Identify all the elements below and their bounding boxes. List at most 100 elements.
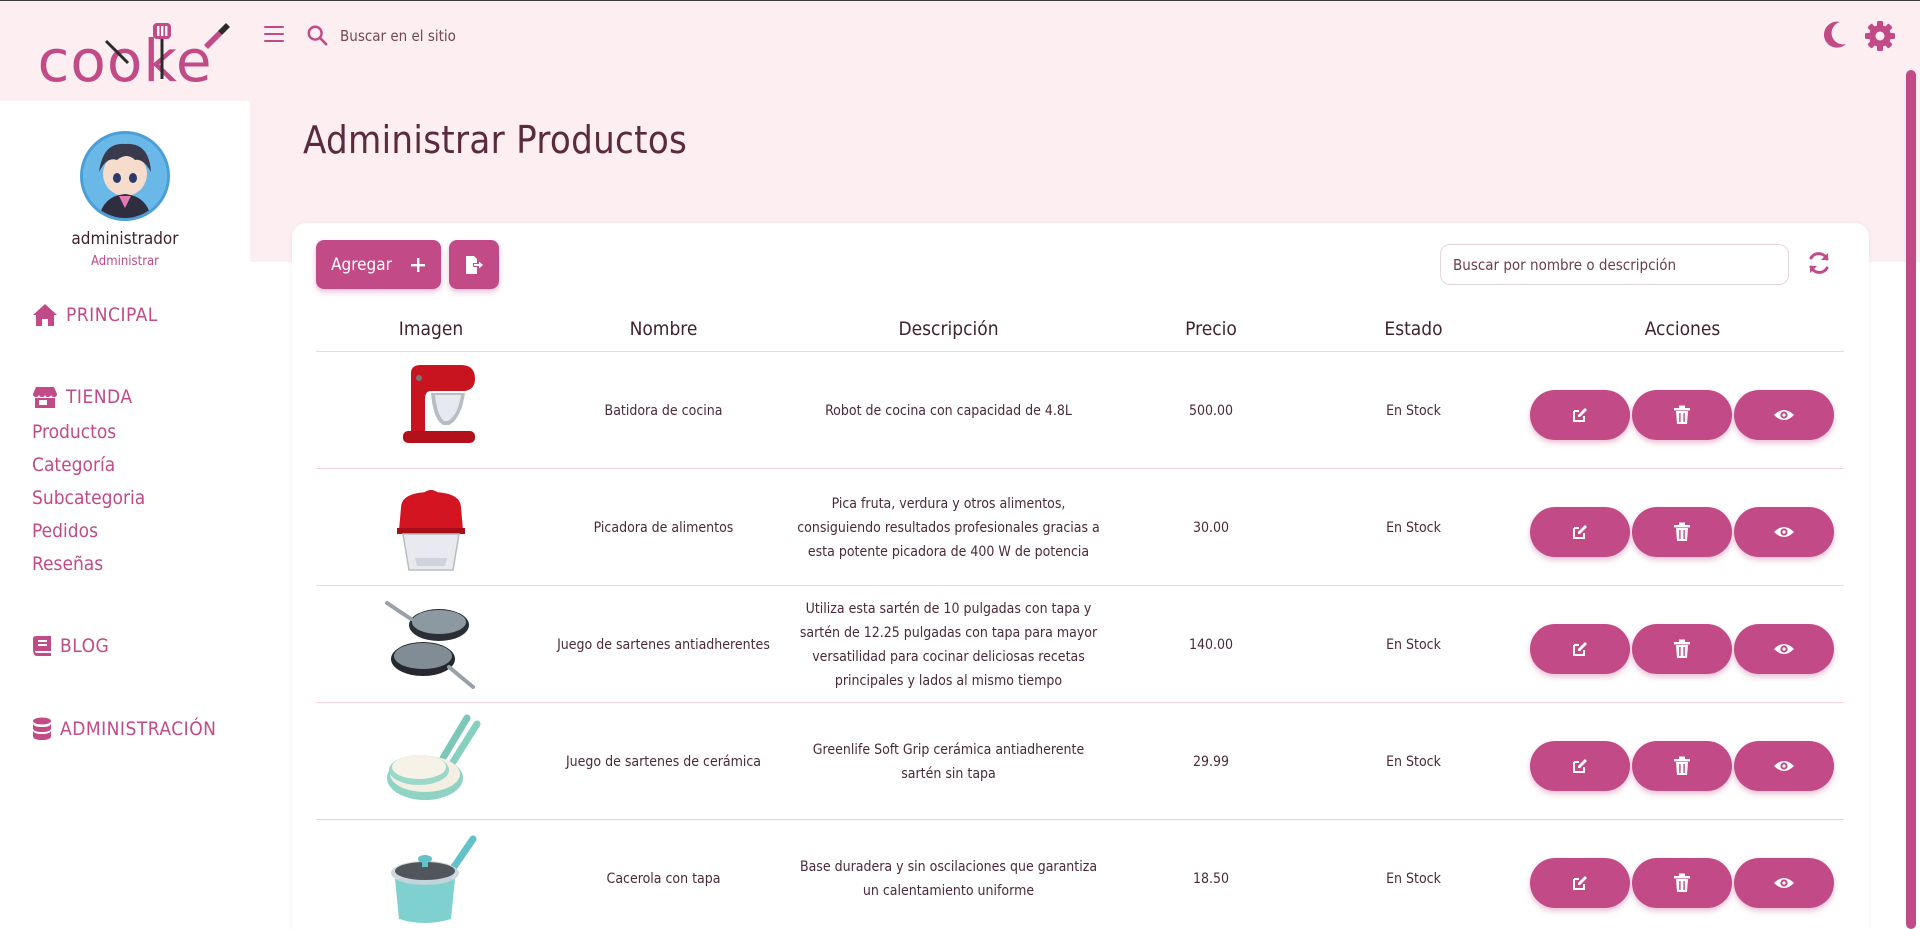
product-status: En Stock bbox=[1386, 519, 1441, 536]
settings-gear-icon[interactable] bbox=[1864, 20, 1896, 52]
edit-icon bbox=[1573, 408, 1587, 422]
edit-icon bbox=[1573, 876, 1587, 890]
eye-icon bbox=[1774, 527, 1794, 537]
delete-button[interactable] bbox=[1632, 624, 1732, 674]
product-description: Robot de cocina con capacidad de 4.8L bbox=[825, 402, 1072, 419]
product-price: 29.99 bbox=[1192, 753, 1230, 770]
view-button[interactable] bbox=[1734, 624, 1834, 674]
eye-icon bbox=[1774, 410, 1794, 420]
knife-icon bbox=[204, 23, 230, 49]
edit-icon bbox=[1573, 642, 1587, 656]
edit-button[interactable] bbox=[1530, 624, 1630, 674]
header-nombre: Nombre bbox=[629, 318, 698, 340]
product-status: En Stock bbox=[1386, 753, 1441, 770]
export-button[interactable] bbox=[449, 240, 499, 289]
user-avatar[interactable] bbox=[80, 131, 170, 221]
table-row: Batidora de cocina Robot de cocina con c… bbox=[316, 352, 1844, 469]
edit-icon bbox=[1573, 759, 1587, 773]
database-icon bbox=[33, 717, 51, 740]
table-row: Juego de sartenes antiadherentes Utiliza… bbox=[316, 586, 1844, 703]
trash-icon bbox=[1674, 639, 1690, 658]
nav-blog-label: BLOG bbox=[60, 635, 110, 657]
search-icon[interactable] bbox=[306, 24, 328, 46]
nav-principal[interactable]: PRINCIPAL bbox=[32, 303, 158, 327]
view-button[interactable] bbox=[1734, 390, 1834, 440]
trash-icon bbox=[1674, 522, 1690, 541]
product-image-cell bbox=[316, 703, 546, 820]
cooke-logo[interactable]: cooke bbox=[0, 1, 250, 101]
view-button[interactable] bbox=[1734, 858, 1834, 908]
page-scrollbar[interactable] bbox=[1906, 70, 1916, 929]
delete-button[interactable] bbox=[1632, 390, 1732, 440]
trash-icon bbox=[1674, 756, 1690, 775]
table-row: Picadora de alimentos Pica fruta, verdur… bbox=[316, 469, 1844, 586]
product-status: En Stock bbox=[1386, 636, 1441, 653]
sidebar-item-categoria[interactable]: Categoría bbox=[32, 454, 115, 476]
food-chopper-image bbox=[397, 489, 465, 571]
product-description: Greenlife Soft Grip cerámica antiadheren… bbox=[812, 741, 1085, 782]
product-price: 18.50 bbox=[1192, 870, 1230, 887]
home-icon bbox=[33, 304, 57, 326]
table-row: Juego de sartenes de cerámica Greenlife … bbox=[316, 703, 1844, 820]
product-price: 140.00 bbox=[1188, 636, 1234, 653]
product-image-cell bbox=[316, 469, 546, 586]
add-product-button[interactable]: Agregar bbox=[316, 240, 441, 289]
product-name: Picadora de alimentos bbox=[593, 519, 734, 536]
sidebar-item-resenas[interactable]: Reseñas bbox=[32, 553, 103, 575]
product-name: Batidora de cocina bbox=[604, 402, 723, 419]
header-estado: Estado bbox=[1384, 318, 1443, 340]
dark-mode-moon-icon[interactable] bbox=[1820, 20, 1848, 50]
header-descripcion: Descripción bbox=[898, 318, 999, 340]
refresh-icon[interactable] bbox=[1806, 250, 1832, 276]
plus-icon bbox=[410, 257, 425, 272]
delete-button[interactable] bbox=[1632, 858, 1732, 908]
product-image-cell bbox=[316, 586, 546, 703]
delete-button[interactable] bbox=[1632, 741, 1732, 791]
nav-administracion-label: ADMINISTRACIÓN bbox=[60, 718, 217, 740]
edit-button[interactable] bbox=[1530, 390, 1630, 440]
trash-icon bbox=[1674, 405, 1690, 424]
page-title: Administrar Productos bbox=[303, 118, 688, 162]
product-name: Cacerola con tapa bbox=[606, 870, 721, 887]
header-imagen: Imagen bbox=[398, 318, 464, 340]
sidebar-item-subcategoria[interactable]: Subcategoria bbox=[32, 487, 145, 509]
user-role: Administrar bbox=[91, 254, 159, 269]
menu-toggle-icon[interactable] bbox=[264, 24, 284, 44]
edit-icon bbox=[1573, 525, 1587, 539]
product-price: 30.00 bbox=[1192, 519, 1230, 536]
view-button[interactable] bbox=[1734, 507, 1834, 557]
product-image-cell bbox=[316, 352, 546, 469]
product-description: Base duradera y sin oscilaciones que gar… bbox=[799, 858, 1098, 899]
header-acciones: Acciones bbox=[1644, 318, 1721, 340]
stand-mixer-image bbox=[403, 364, 475, 443]
nav-administracion[interactable]: ADMINISTRACIÓN bbox=[32, 717, 216, 741]
user-name: administrador bbox=[71, 229, 179, 249]
window-top-border bbox=[0, 0, 1920, 1]
product-name: Juego de sartenes antiadherentes bbox=[557, 636, 770, 653]
add-product-label: Agregar bbox=[331, 254, 392, 275]
sidebar-item-productos[interactable]: Productos bbox=[32, 421, 116, 443]
edit-button[interactable] bbox=[1530, 507, 1630, 557]
store-icon bbox=[33, 387, 57, 408]
sidebar: administrador Administrar PRINCIPAL TIEN… bbox=[0, 101, 250, 929]
nonstick-pans-image bbox=[385, 600, 475, 689]
product-description: Utiliza esta sartén de 10 pulgadas con t… bbox=[799, 600, 1098, 689]
product-status: En Stock bbox=[1386, 402, 1441, 419]
edit-button[interactable] bbox=[1530, 741, 1630, 791]
site-search-input[interactable] bbox=[340, 24, 640, 48]
product-price: 500.00 bbox=[1188, 402, 1234, 419]
product-description: Pica fruta, verdura y otros alimentos, c… bbox=[797, 495, 1100, 560]
nav-blog[interactable]: BLOG bbox=[32, 635, 109, 657]
delete-button[interactable] bbox=[1632, 507, 1732, 557]
file-export-icon bbox=[466, 255, 483, 274]
sidebar-item-pedidos[interactable]: Pedidos bbox=[32, 520, 98, 542]
edit-button[interactable] bbox=[1530, 858, 1630, 908]
avatar-character-image bbox=[83, 134, 167, 218]
eye-icon bbox=[1774, 761, 1794, 771]
product-search-input[interactable] bbox=[1440, 244, 1789, 285]
product-status: En Stock bbox=[1386, 870, 1441, 887]
nav-principal-label: PRINCIPAL bbox=[66, 304, 158, 326]
view-button[interactable] bbox=[1734, 741, 1834, 791]
nav-tienda[interactable]: TIENDA bbox=[32, 386, 133, 408]
table-row: Cacerola con tapa Base duradera y sin os… bbox=[316, 820, 1844, 929]
